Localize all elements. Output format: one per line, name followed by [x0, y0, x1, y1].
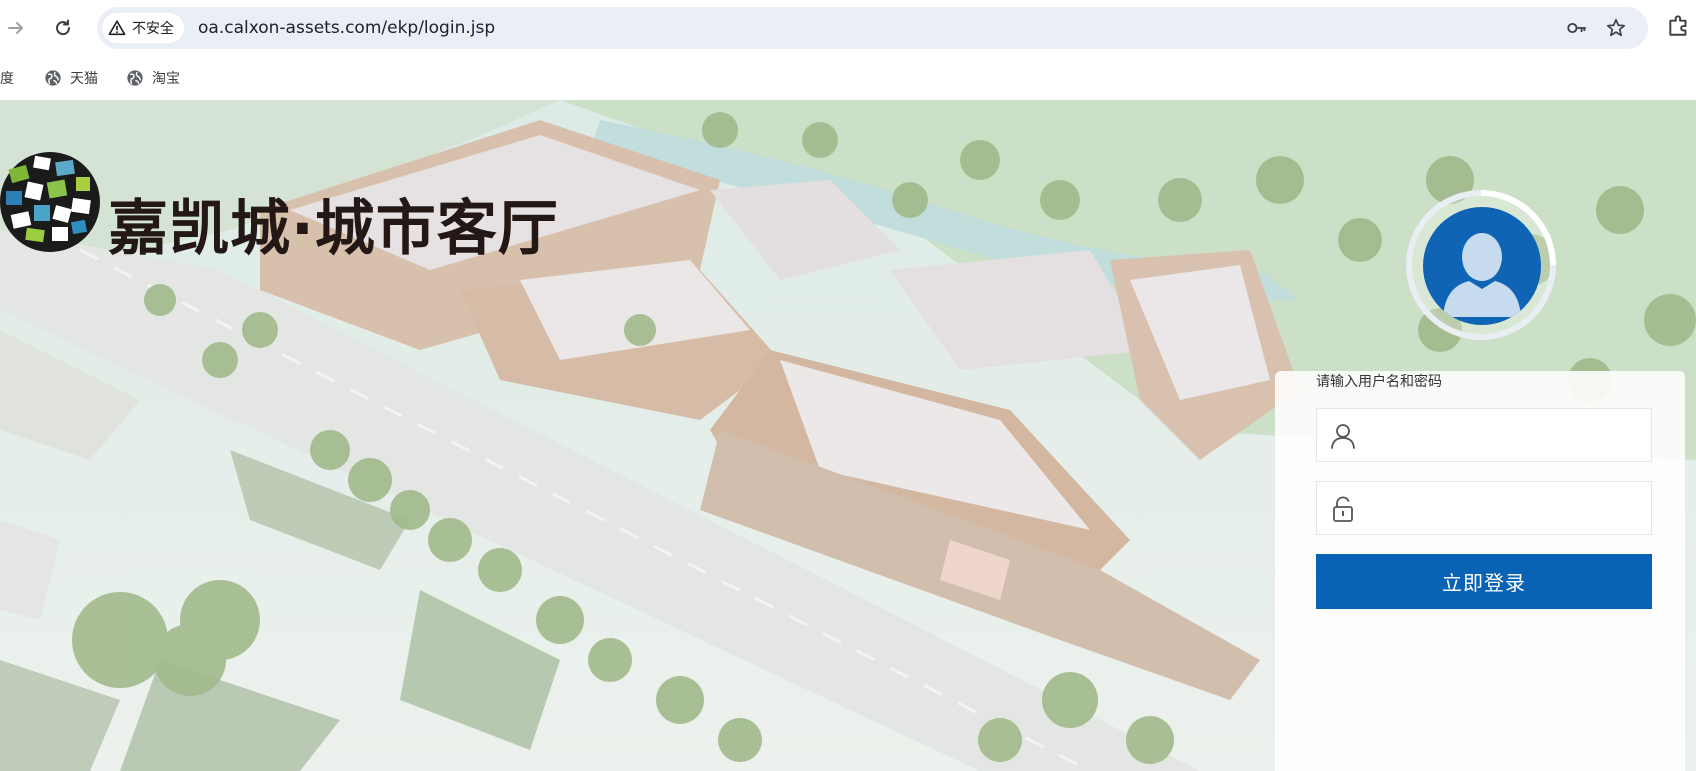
reload-icon: [56, 19, 71, 36]
username-input[interactable]: [1369, 417, 1639, 455]
security-indicator[interactable]: 不安全: [102, 13, 184, 43]
login-prompt: 请输入用户名和密码: [1316, 374, 1442, 390]
forward-button[interactable]: [0, 10, 34, 46]
lock-icon: [1333, 496, 1353, 522]
extensions-button[interactable]: [1666, 12, 1696, 44]
reload-button[interactable]: [45, 10, 81, 46]
browser-toolbar: 不安全 oa.calxon-assets.com/ekp/login.jsp: [0, 0, 1696, 56]
user-icon: [1331, 424, 1355, 449]
username-field[interactable]: [1316, 408, 1652, 462]
bookmark-label: 百度: [0, 71, 14, 87]
address-bar[interactable]: 不安全 oa.calxon-assets.com/ekp/login.jsp: [97, 7, 1648, 49]
brand-logo: 嘉凯城·城市客厅: [0, 147, 596, 265]
security-label: 不安全: [132, 21, 174, 37]
puzzle-icon: [1669, 15, 1687, 36]
avatar-circle: [1423, 207, 1541, 325]
bookmark-label: 天猫: [70, 71, 98, 87]
user-silhouette-icon: [1443, 233, 1521, 317]
warning-triangle-icon: [108, 20, 126, 36]
star-icon: [1606, 18, 1626, 37]
url-text[interactable]: oa.calxon-assets.com/ekp/login.jsp: [198, 7, 495, 49]
bookmark-taobao[interactable]: 淘宝: [126, 64, 180, 92]
bookmarks-bar: 百度 天猫 淘宝: [0, 56, 1696, 100]
password-input[interactable]: [1369, 490, 1639, 528]
password-key-button[interactable]: [1564, 15, 1590, 41]
key-icon: [1567, 22, 1587, 34]
logo-mosaic-icon: [0, 152, 100, 252]
bookmark-star-button[interactable]: [1603, 15, 1629, 41]
brand-title: 嘉凯城·城市客厅: [108, 194, 559, 264]
user-avatar: [1403, 187, 1559, 343]
bookmark-baidu[interactable]: 百度: [0, 64, 14, 92]
login-button[interactable]: 立即登录: [1316, 554, 1652, 609]
arrow-right-icon: [8, 22, 23, 34]
bookmark-tmall[interactable]: 天猫: [44, 64, 98, 92]
globe-icon: [127, 70, 143, 86]
bookmark-label: 淘宝: [152, 71, 180, 87]
globe-icon: [45, 70, 61, 86]
password-field[interactable]: [1316, 481, 1652, 535]
